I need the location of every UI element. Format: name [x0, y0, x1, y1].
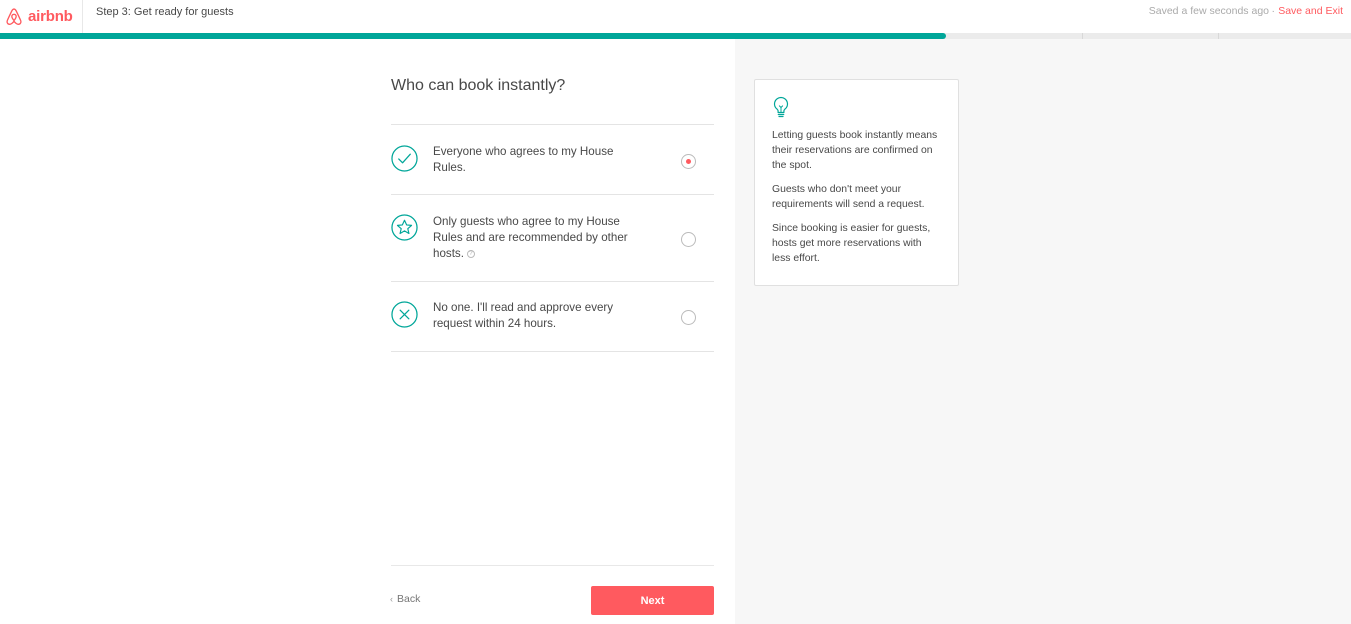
radio-everyone[interactable]	[681, 154, 696, 169]
tip-panel: Letting guests book instantly means thei…	[735, 39, 1351, 624]
back-label: Back	[397, 593, 421, 605]
booking-options-list: Everyone who agrees to my House Rules. O…	[391, 124, 714, 352]
option-label: Only guests who agree to my House Rules …	[433, 214, 643, 262]
x-circle-icon	[391, 301, 418, 328]
radio-no-one[interactable]	[681, 310, 696, 325]
tip-paragraph: Since booking is easier for guests, host…	[772, 223, 931, 264]
status-separator: ·	[1271, 5, 1276, 17]
airbnb-logo[interactable]: airbnb	[0, 0, 83, 33]
page-title: Who can book instantly?	[391, 77, 566, 94]
option-everyone[interactable]: Everyone who agrees to my House Rules.	[391, 125, 714, 195]
back-button[interactable]: ‹ Back	[390, 593, 420, 605]
tip-paragraph: Guests who don't meet your requirements …	[772, 184, 925, 210]
save-and-exit-link[interactable]: Save and Exit	[1278, 5, 1343, 17]
option-recommended-guests[interactable]: Only guests who agree to my House Rules …	[391, 195, 714, 282]
top-bar: airbnb Step 3: Get ready for guests Save…	[0, 0, 1351, 33]
saved-status: Saved a few seconds ago	[1148, 5, 1269, 17]
airbnb-logo-icon	[6, 7, 22, 25]
option-label: Everyone who agrees to my House Rules.	[433, 145, 614, 174]
check-circle-icon	[391, 145, 418, 172]
help-icon[interactable]: ?	[466, 249, 475, 258]
chevron-left-icon: ‹	[390, 594, 393, 604]
radio-recommended-guests[interactable]	[681, 232, 696, 247]
option-no-one[interactable]: No one. I'll read and approve every requ…	[391, 282, 714, 352]
step-title: Step 3: Get ready for guests	[96, 6, 234, 18]
star-circle-icon	[391, 214, 418, 241]
next-button[interactable]: Next	[591, 586, 714, 615]
logo-text: airbnb	[28, 8, 73, 25]
footer-divider	[391, 565, 714, 566]
tip-card: Letting guests book instantly means thei…	[754, 79, 959, 286]
lightbulb-icon	[773, 96, 789, 118]
option-label: No one. I'll read and approve every requ…	[433, 301, 614, 330]
tip-paragraph: Letting guests book instantly means thei…	[772, 130, 938, 171]
option-label-text: Only guests who agree to my House Rules …	[433, 215, 628, 260]
